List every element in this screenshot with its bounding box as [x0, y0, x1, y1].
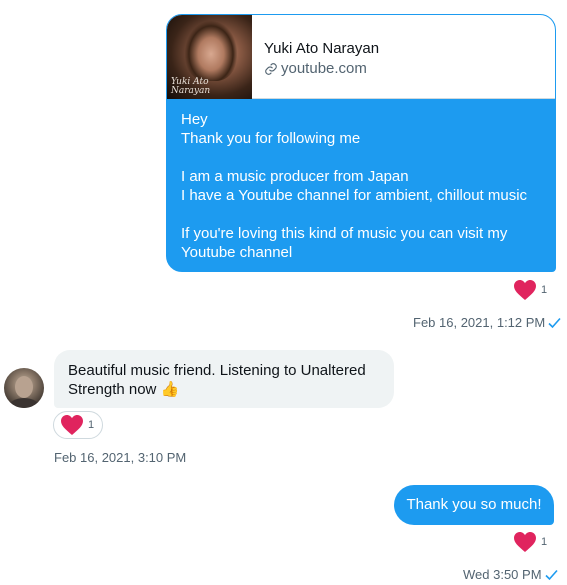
reaction-heart[interactable]: 1: [513, 531, 547, 553]
link-thumbnail: Yuki Ato Narayan: [167, 15, 252, 99]
timestamp-text: Wed 3:50 PM: [463, 567, 542, 582]
checkmark-icon: [544, 569, 558, 580]
incoming-message[interactable]: Beautiful music friend. Listening to Una…: [54, 350, 394, 408]
checkmark-icon: [548, 317, 561, 328]
timestamp-text: Feb 16, 2021, 1:12 PM: [413, 315, 546, 330]
dm-conversation: Yuki Ato Narayan Yuki Ato Narayan youtub…: [0, 0, 567, 585]
outgoing-message[interactable]: Thank you so much!: [394, 485, 554, 525]
message-text: Beautiful music friend. Listening to Una…: [68, 362, 366, 398]
message-timestamp: Wed 3:50 PM: [463, 567, 558, 582]
heart-icon: [514, 532, 536, 552]
message-text: Thank you so much!: [406, 496, 542, 513]
reaction-heart[interactable]: 1: [53, 411, 104, 439]
thumbnail-signature: Yuki Ato Narayan: [171, 77, 211, 96]
link-preview[interactable]: Yuki Ato Narayan Yuki Ato Narayan youtub…: [167, 15, 555, 99]
reaction-count: 1: [541, 536, 548, 548]
heart-icon: [61, 415, 83, 435]
heart-icon: [514, 280, 536, 300]
link-domain-row: youtube.com: [264, 59, 379, 79]
reaction-count: 1: [541, 284, 548, 296]
avatar[interactable]: [4, 368, 44, 408]
reaction-heart[interactable]: 1: [513, 279, 547, 301]
message-timestamp: Feb 16, 2021, 1:12 PM: [413, 315, 561, 330]
timestamp-text: Feb 16, 2021, 3:10 PM: [54, 450, 187, 465]
link-info: Yuki Ato Narayan youtube.com: [252, 15, 379, 98]
link-title: Yuki Ato Narayan: [264, 40, 380, 57]
reaction-count: 1: [88, 419, 95, 431]
link-card-message[interactable]: Yuki Ato Narayan Yuki Ato Narayan youtub…: [166, 14, 556, 272]
message-text: Hey Thank you for following me I am a mu…: [181, 111, 528, 261]
thumbnail-portrait: [185, 21, 237, 81]
message-timestamp: Feb 16, 2021, 3:10 PM: [54, 450, 186, 465]
link-icon: [265, 63, 277, 75]
link-domain: youtube.com: [281, 60, 367, 77]
